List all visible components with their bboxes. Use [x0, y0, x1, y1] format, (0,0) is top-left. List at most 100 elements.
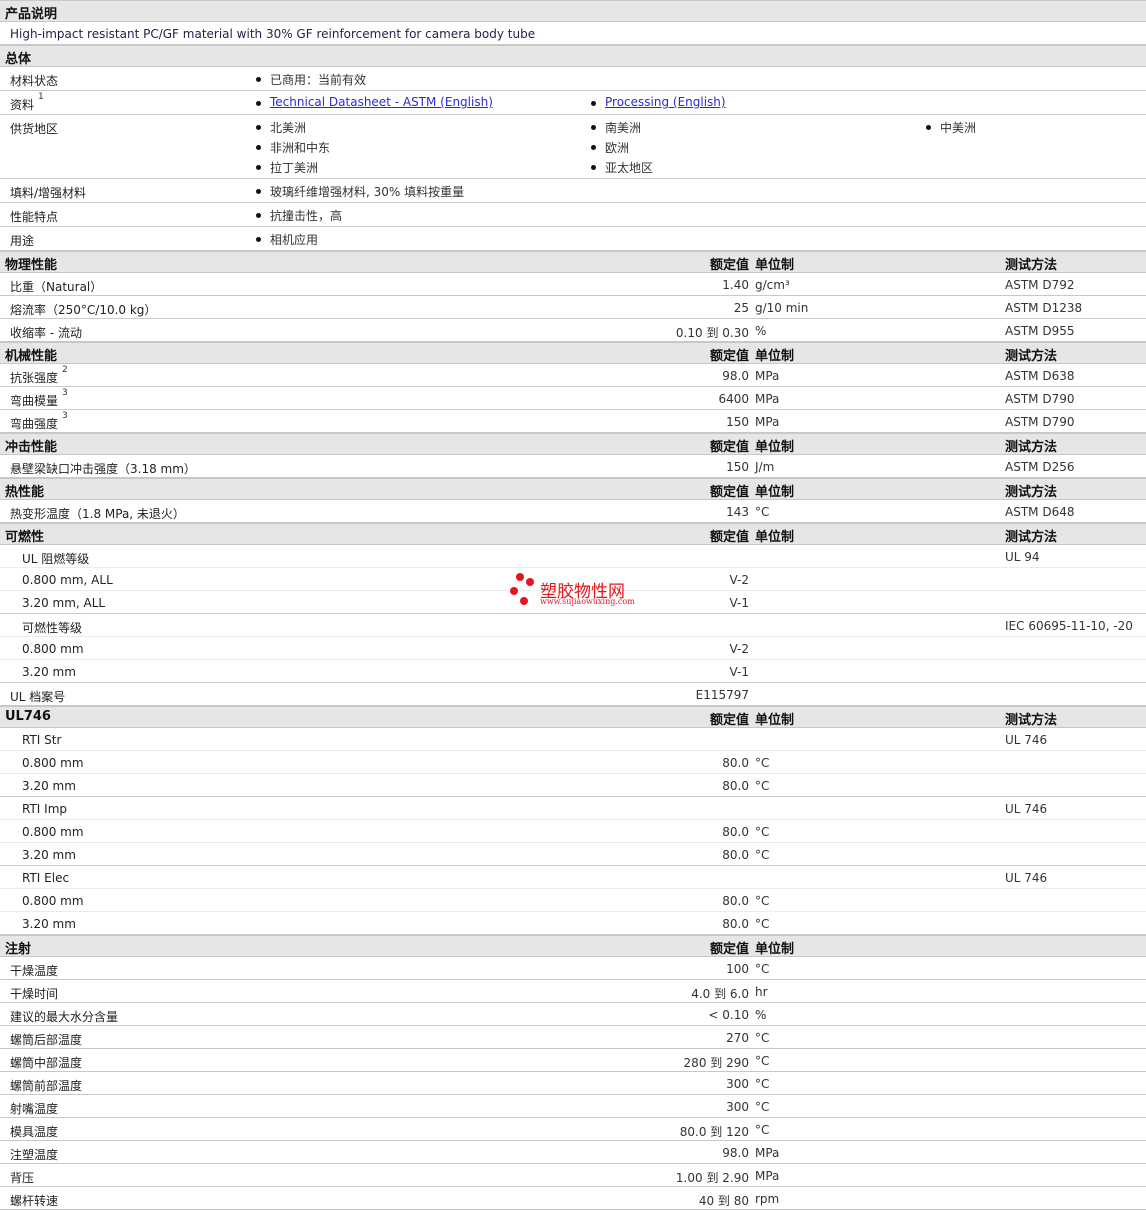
property-row: 熔流率（250°C/10.0 kg） 25 g/10 min ASTM D1238: [0, 296, 1146, 319]
property-row: 收缩率 - 流动 0.10 到 0.30% ASTM D955: [0, 319, 1146, 342]
property-label: 熔流率（250°C/10.0 kg）: [10, 303, 157, 317]
property-label: 3.20 mm: [22, 848, 76, 862]
property-label: 3.20 mm: [22, 665, 76, 679]
datasheet: 产品说明 High-impact resistant PC/GF materia…: [0, 0, 1146, 1210]
test-method: IEC 60695-11-10, -20: [1005, 619, 1133, 633]
document-link[interactable]: Technical Datasheet - ASTM (English): [256, 95, 493, 109]
footnote-marker: 2: [62, 365, 68, 375]
property-unit: °C: [755, 1054, 770, 1068]
section-title: UL746: [5, 709, 51, 724]
property-label: RTI Imp: [22, 802, 67, 816]
property-label: 模具温度: [10, 1125, 59, 1139]
section-title: 物理性能: [5, 258, 58, 273]
row-label: 性能特点: [10, 210, 59, 224]
list-item: 抗撞击性，高: [255, 209, 343, 223]
column-header-unit: 单位制: [755, 485, 795, 500]
property-row: 建议的最大水分含量 < 0.10%: [0, 1003, 1146, 1026]
section-header: 机械性能 额定值 单位制 测试方法: [0, 342, 1146, 364]
section-title: 可燃性: [5, 530, 45, 545]
list-item: 拉丁美洲: [255, 161, 319, 175]
property-row: 悬壁梁缺口冲击强度（3.18 mm） 150 J/m ASTM D256: [0, 455, 1146, 478]
list-item: 欧洲: [590, 141, 630, 155]
column-header-value: 额定值: [709, 485, 749, 500]
general-row: 供货地区 北美洲 非洲和中东 拉丁美洲 南美洲 欧洲 亚太地区 中美洲: [0, 115, 1146, 179]
section-header: 热性能 额定值 单位制 测试方法: [0, 478, 1146, 500]
property-value: 100: [726, 962, 749, 976]
test-method: ASTM D955: [1005, 324, 1075, 338]
general-row: 性能特点 抗撞击性，高: [0, 203, 1146, 227]
document-link[interactable]: Processing (English): [591, 95, 726, 109]
list-item: 北美洲: [255, 121, 307, 135]
property-value: 300: [726, 1077, 749, 1091]
property-row: 0.800 mm V-2: [0, 637, 1146, 660]
property-value: V-1: [729, 665, 749, 679]
property-value: 1.00 到 2.90: [675, 1171, 749, 1185]
property-label: 0.800 mm: [22, 894, 84, 908]
property-unit: hr: [755, 985, 768, 999]
test-method: UL 94: [1005, 550, 1040, 564]
property-row: RTI Imp UL 746: [0, 797, 1146, 820]
property-row: 0.800 mm 80.0 °C: [0, 820, 1146, 843]
section-title: 注射: [5, 942, 32, 957]
property-label: UL 阻燃等级: [22, 552, 90, 566]
row-label: 资料: [10, 98, 35, 112]
list-item: 中美洲: [925, 121, 977, 135]
property-label: 0.800 mm, ALL: [22, 573, 113, 587]
property-row: 比重（Natural） 1.40 g/cm³ ASTM D792: [0, 273, 1146, 296]
property-unit: °C: [755, 1077, 770, 1091]
property-unit: MPa: [755, 392, 780, 406]
property-value: V-1: [729, 596, 749, 610]
list-item: 已商用：当前有效: [255, 73, 367, 87]
property-label: 0.800 mm: [22, 756, 84, 770]
section-title: 产品说明: [5, 7, 58, 22]
property-row: UL 阻燃等级 UL 94: [0, 545, 1146, 568]
section-title: 机械性能: [5, 349, 58, 364]
property-unit: rpm: [755, 1192, 780, 1206]
property-value: V-2: [729, 573, 749, 587]
property-label: 螺筒中部温度: [10, 1056, 83, 1070]
logo-dot: [516, 573, 524, 581]
property-unit: MPa: [755, 369, 780, 383]
test-method: UL 746: [1005, 802, 1048, 816]
property-row: 螺筒中部温度 280 到 290 °C: [0, 1049, 1146, 1072]
section-title: 冲击性能: [5, 440, 58, 455]
property-unit: °C: [755, 917, 770, 931]
property-row: 0.800 mm 80.0 °C: [0, 751, 1146, 774]
row-label: 材料状态: [10, 74, 59, 88]
column-header-value: 额定值: [709, 530, 749, 545]
property-row: 弯曲强度 3 150 MPa ASTM D790: [0, 410, 1146, 433]
footnote-marker: 1: [38, 92, 44, 102]
row-label: 供货地区: [10, 122, 59, 136]
watermark-logo: 塑胶物性网 www.sujiaowuxing.com: [510, 573, 650, 609]
property-value: 143: [726, 505, 749, 519]
test-method: ASTM D638: [1005, 369, 1075, 383]
property-value: 98.0: [722, 1146, 749, 1160]
section-header: 冲击性能 额定值 单位制 测试方法: [0, 433, 1146, 455]
property-label: 抗张强度: [10, 371, 59, 385]
property-label: RTI Elec: [22, 871, 70, 885]
property-value: 150: [726, 460, 749, 474]
column-header-method: 测试方法: [1005, 440, 1058, 455]
property-value: 40 到 80: [698, 1194, 749, 1208]
footnote-marker: 3: [62, 388, 68, 398]
test-method: UL 746: [1005, 871, 1048, 885]
property-label: 悬壁梁缺口冲击强度（3.18 mm）: [10, 462, 196, 476]
property-label: UL 档案号: [10, 690, 66, 704]
property-row: 射嘴温度 300 °C: [0, 1095, 1146, 1118]
property-label: 0.800 mm: [22, 825, 84, 839]
property-value: 150: [726, 415, 749, 429]
column-header-value: 额定值: [709, 349, 749, 364]
property-row: 3.20 mm 80.0 °C: [0, 912, 1146, 935]
property-row: 弯曲模量 3 6400 MPa ASTM D790: [0, 387, 1146, 410]
property-unit: %: [755, 1008, 767, 1022]
property-unit: g/10 min: [755, 301, 809, 315]
property-label: 热变形温度（1.8 MPa, 未退火）: [10, 507, 185, 521]
property-row: 干燥温度 100 °C: [0, 957, 1146, 980]
footnote-marker: 3: [62, 411, 68, 421]
section-header: 物理性能 额定值 单位制 测试方法: [0, 251, 1146, 273]
property-unit: °C: [755, 505, 770, 519]
column-header-value: 额定值: [709, 258, 749, 273]
section-header: UL746 额定值 单位制 测试方法: [0, 706, 1146, 728]
section-header: 注射 额定值 单位制: [0, 935, 1146, 957]
property-label: 0.800 mm: [22, 642, 84, 656]
